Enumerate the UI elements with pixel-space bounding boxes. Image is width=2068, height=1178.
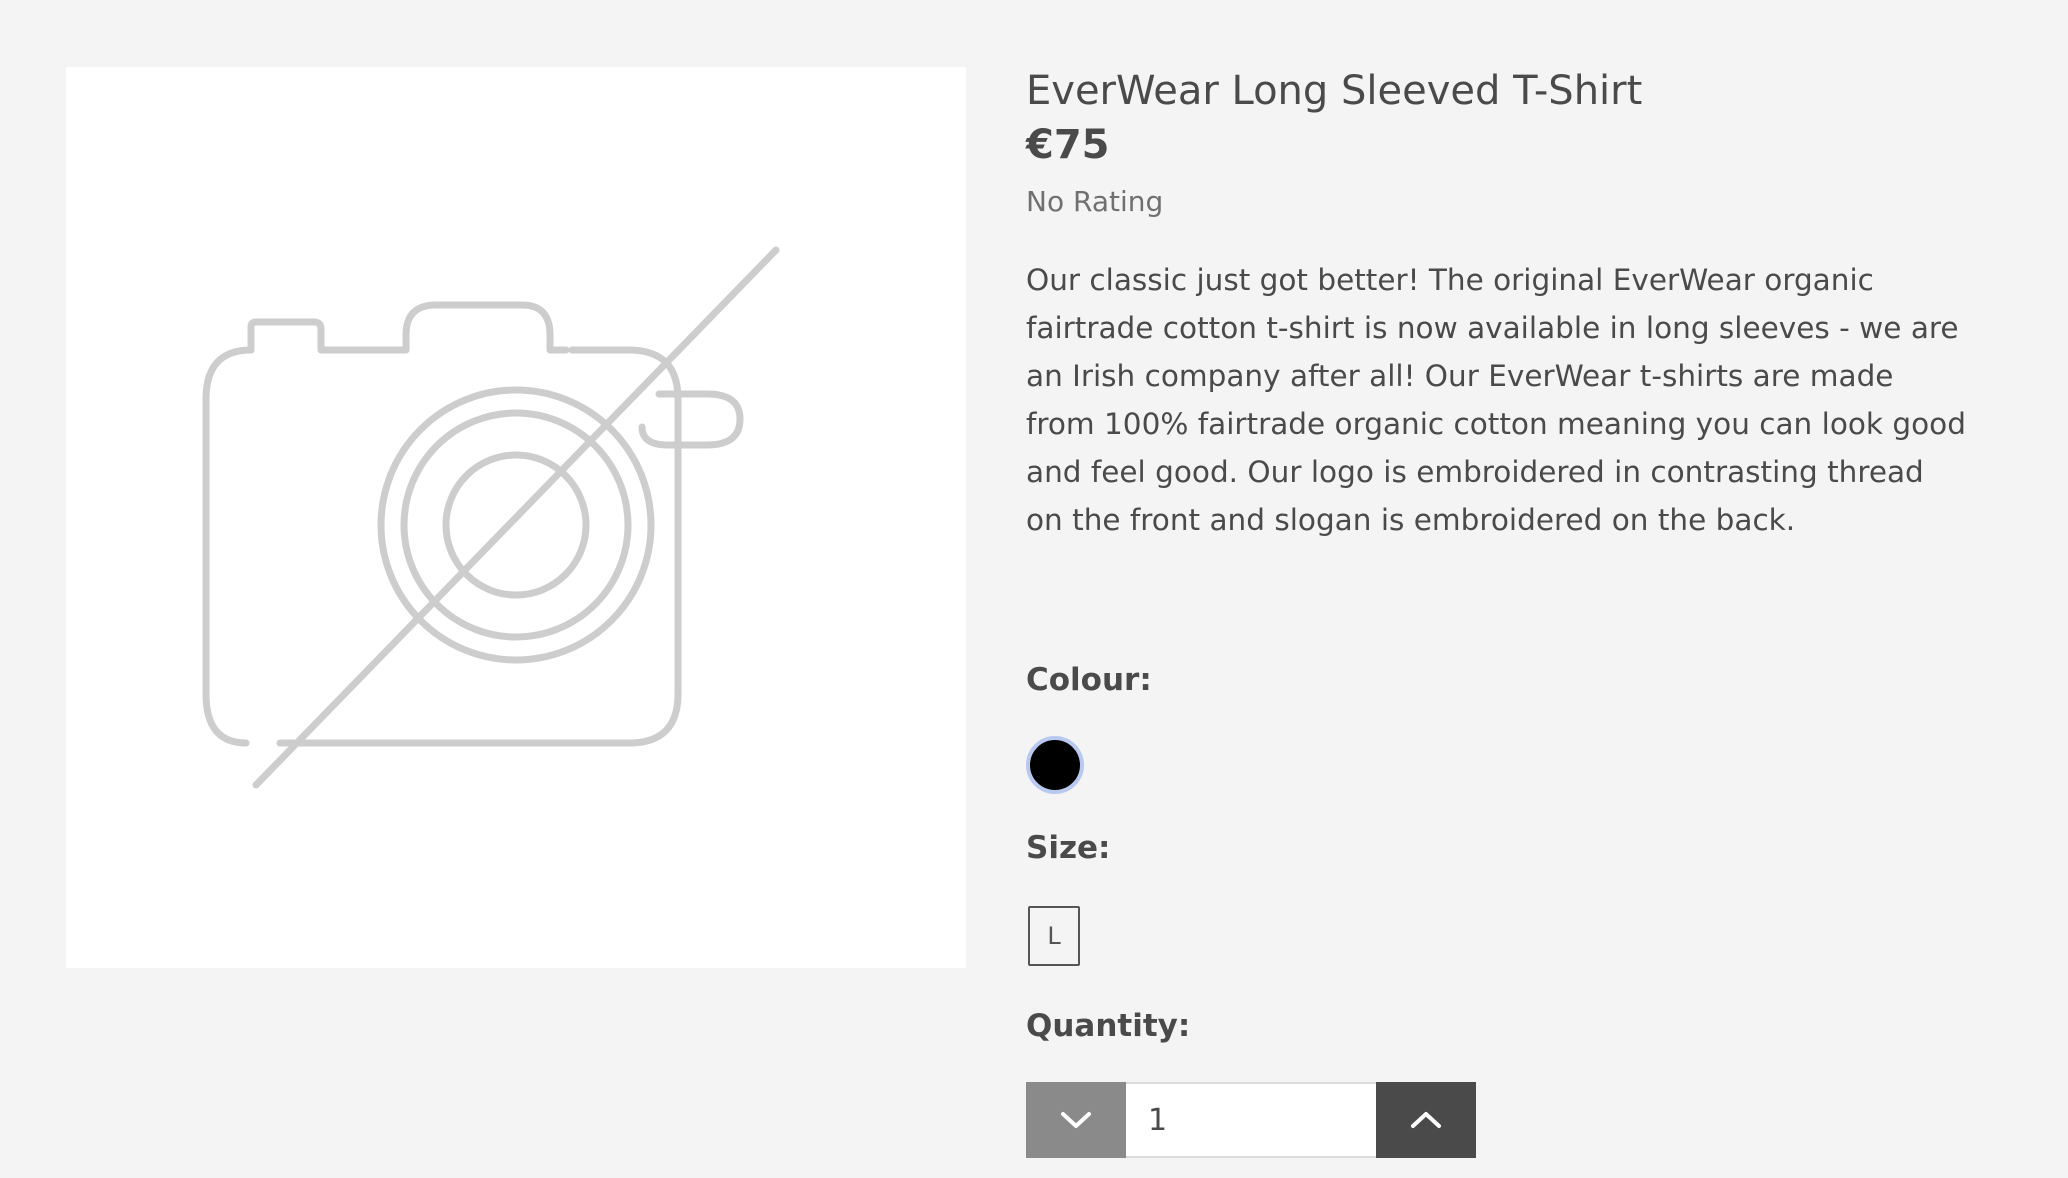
- product-description: Our classic just got better! The origina…: [1026, 263, 1966, 537]
- chevron-up-icon: [1411, 1112, 1441, 1128]
- size-label: Size:: [1026, 830, 1111, 866]
- quantity-stepper: [1026, 1082, 1476, 1158]
- product-price: €75: [1026, 122, 1110, 168]
- product-image: [66, 67, 966, 968]
- product-title: EverWear Long Sleeved T-Shirt: [1026, 68, 1643, 114]
- colour-swatch-black[interactable]: [1026, 736, 1084, 794]
- quantity-decrease-button[interactable]: [1026, 1082, 1126, 1158]
- quantity-increase-button[interactable]: [1376, 1082, 1476, 1158]
- quantity-label: Quantity:: [1026, 1008, 1191, 1044]
- chevron-down-icon: [1061, 1112, 1091, 1128]
- colour-label: Colour:: [1026, 662, 1152, 698]
- size-option-l[interactable]: L: [1028, 906, 1080, 966]
- quantity-input[interactable]: [1126, 1082, 1376, 1158]
- no-image-camera-icon: [202, 246, 780, 789]
- product-rating: No Rating: [1026, 185, 1164, 218]
